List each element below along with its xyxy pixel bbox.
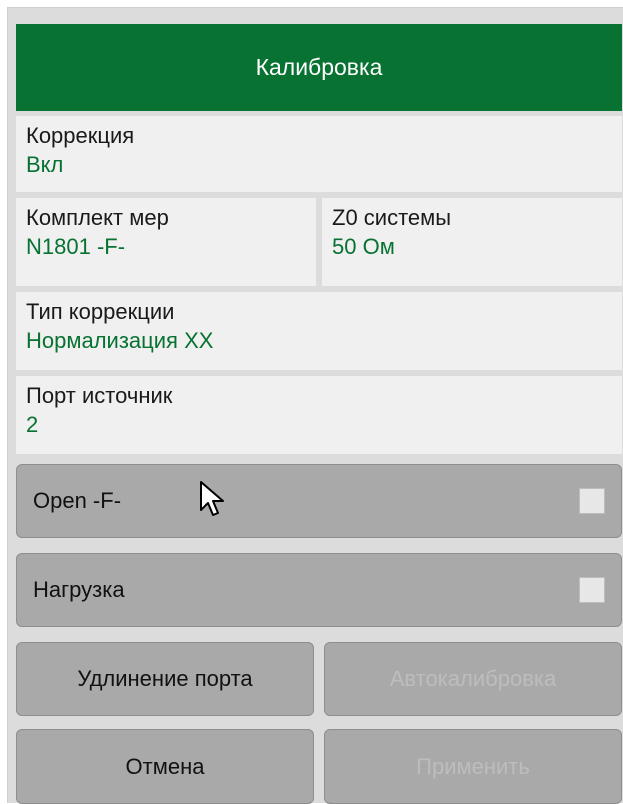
cal-kit-value: N1801 -F- bbox=[26, 234, 126, 259]
port-extension-label: Удлинение порта bbox=[77, 666, 253, 691]
correction-type-label: Тип коррекции bbox=[26, 299, 175, 324]
apply-label: Применить bbox=[416, 753, 530, 779]
apply-button[interactable]: Применить bbox=[324, 729, 622, 804]
cal-kit-field[interactable]: Комплект мер N1801 -F- bbox=[16, 198, 316, 286]
port-extension-button[interactable]: Удлинение порта bbox=[16, 642, 314, 716]
z0-value: 50 Ом bbox=[332, 234, 395, 259]
open-standard-button[interactable]: Open -F- bbox=[16, 464, 622, 538]
cancel-label: Отмена bbox=[125, 753, 205, 779]
load-standard-checkbox[interactable] bbox=[579, 577, 605, 603]
z0-field[interactable]: Z0 системы 50 Ом bbox=[322, 198, 622, 286]
source-port-label: Порт источник bbox=[26, 383, 173, 408]
open-standard-label: Open -F- bbox=[33, 488, 122, 513]
correction-type-field[interactable]: Тип коррекции Нормализация XX bbox=[16, 292, 622, 370]
z0-label: Z0 системы bbox=[332, 205, 452, 230]
load-standard-label: Нагрузка bbox=[33, 577, 125, 602]
cal-kit-label: Комплект мер bbox=[26, 205, 169, 230]
open-standard-checkbox[interactable] bbox=[579, 488, 605, 514]
panel-title: Калибровка bbox=[16, 24, 622, 111]
mouse-cursor-icon bbox=[200, 481, 224, 516]
correction-type-value: Нормализация XX bbox=[26, 328, 214, 353]
correction-value: Вкл bbox=[26, 152, 64, 177]
source-port-value: 2 bbox=[26, 412, 39, 437]
autocal-button[interactable]: Автокалибровка bbox=[324, 642, 622, 716]
correction-label: Коррекция bbox=[26, 123, 135, 148]
cancel-button[interactable]: Отмена bbox=[16, 729, 314, 804]
autocal-label: Автокалибровка bbox=[389, 666, 557, 691]
calibration-panel: Калибровка Коррекция Вкл Комплект мер N1… bbox=[7, 7, 623, 804]
load-standard-button[interactable]: Нагрузка bbox=[16, 553, 622, 627]
source-port-field[interactable]: Порт источник 2 bbox=[16, 376, 622, 454]
panel-title-text: Калибровка bbox=[255, 54, 383, 80]
correction-field[interactable]: Коррекция Вкл bbox=[16, 116, 622, 192]
